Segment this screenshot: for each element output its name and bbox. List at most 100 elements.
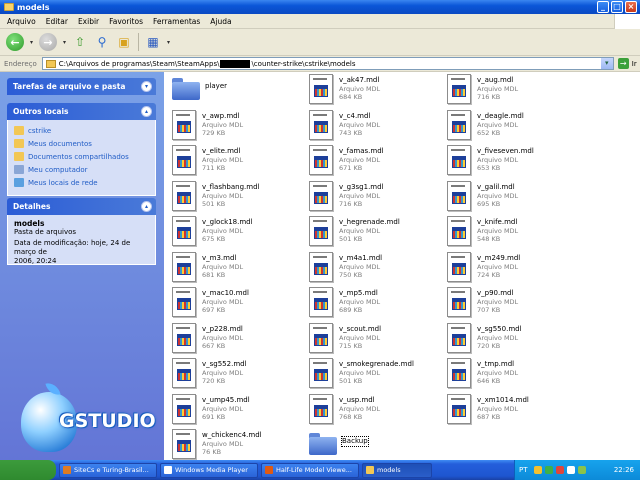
folders-button[interactable]: ▣ <box>116 34 132 50</box>
details-panel-header[interactable]: Detalhes ▴ <box>7 198 156 215</box>
file-name: v_galil.mdl <box>477 182 515 191</box>
file-item[interactable]: v_xm1014.mdl Arquivo MDL 687 KB <box>447 393 597 428</box>
file-name: v_sg552.mdl <box>202 360 247 368</box>
tray-icon-1[interactable] <box>533 466 542 474</box>
file-item[interactable]: v_famas.mdl Arquivo MDL 671 KB <box>309 145 459 179</box>
file-size: 768 KB <box>339 412 363 421</box>
address-label: Endereço <box>4 59 37 68</box>
file-item[interactable]: v_knife.mdl Arquivo MDL 548 KB <box>447 216 597 250</box>
menu-editar[interactable]: Editar <box>41 17 73 26</box>
file-meta: v_m3.mdl Arquivo MDL 681 KB <box>202 252 243 279</box>
file-meta: v_p90.mdl Arquivo MDL 707 KB <box>477 287 518 314</box>
file-item[interactable]: v_c4.mdl Arquivo MDL 743 KB <box>309 109 459 144</box>
file-item[interactable]: w_chickenc4.mdl Arquivo MDL 76 KB <box>172 429 322 463</box>
search-button[interactable]: ⚲ <box>94 34 110 50</box>
place-cstrike[interactable]: cstrike <box>14 124 149 137</box>
place-meus-locais-de-rede[interactable]: Meus locais de rede <box>14 176 149 189</box>
forward-button[interactable]: → <box>39 33 58 51</box>
address-bar: Endereço C:\Arquivos de programas\Steam\… <box>0 56 640 72</box>
menu-ferramentas[interactable]: Ferramentas <box>148 17 205 26</box>
place-meus-documentos[interactable]: Meus documentos <box>14 137 149 150</box>
address-dropdown-button[interactable]: ▾ <box>600 58 613 69</box>
address-input[interactable]: C:\Arquivos de programas\Steam\SteamApps… <box>41 57 614 70</box>
views-dropdown-icon[interactable]: ▾ <box>167 39 170 46</box>
file-item[interactable]: v_p90.mdl Arquivo MDL 707 KB <box>447 287 597 321</box>
chevron-up-icon[interactable]: ▴ <box>141 106 152 117</box>
file-name: v_ak47.mdl <box>339 76 380 84</box>
language-indicator[interactable]: PT <box>519 466 528 474</box>
menu-ajuda[interactable]: Ajuda <box>205 17 236 26</box>
place-meu-computador[interactable]: Meu computador <box>14 163 149 176</box>
file-meta: v_c4.mdl Arquivo MDL 743 KB <box>339 110 380 137</box>
tray-icon-3[interactable] <box>555 466 564 474</box>
chevron-up-icon[interactable]: ▴ <box>141 201 152 212</box>
file-item[interactable]: v_ump45.mdl Arquivo MDL 691 KB <box>172 393 322 428</box>
chevron-down-icon[interactable]: ▾ <box>141 81 152 92</box>
file-type: Arquivo MDL <box>477 85 519 93</box>
up-folder-button[interactable]: ⇧ <box>72 34 88 50</box>
shared-documents-icon <box>14 152 24 161</box>
file-item[interactable]: v_deagle.mdl Arquivo MDL 652 KB <box>447 109 597 144</box>
file-item[interactable]: v_awp.mdl Arquivo MDL 729 KB <box>172 109 322 144</box>
file-type: Arquivo MDL <box>202 191 244 200</box>
task-sitecs[interactable]: SiteCs e Turing-Brasil... <box>59 462 157 478</box>
places-panel-title: Outros locais <box>13 107 69 116</box>
close-button[interactable]: × <box>625 1 637 13</box>
views-button[interactable]: ▦ <box>145 34 161 50</box>
file-item[interactable]: v_m249.mdl Arquivo MDL 724 KB <box>447 251 597 286</box>
file-meta: v_m249.mdl Arquivo MDL 724 KB <box>477 252 520 279</box>
file-item[interactable]: v_m3.mdl Arquivo MDL 681 KB <box>172 251 322 286</box>
back-button[interactable]: ← <box>6 33 24 51</box>
tray-icon-5[interactable] <box>577 466 586 474</box>
title-bar[interactable]: models _ □ × <box>0 0 640 14</box>
folder-icon <box>309 433 337 455</box>
file-item[interactable]: v_elite.mdl Arquivo MDL 711 KB <box>172 145 322 179</box>
clock: 22:26 <box>613 466 634 474</box>
file-item[interactable]: v_glock18.mdl Arquivo MDL 675 KB <box>172 216 322 250</box>
file-item[interactable]: v_scout.mdl Arquivo MDL 715 KB <box>309 322 459 357</box>
file-item[interactable]: v_g3sg1.mdl Arquivo MDL 716 KB <box>309 180 459 215</box>
folder-item[interactable]: player <box>172 74 322 108</box>
file-item[interactable]: v_ak47.mdl Arquivo MDL 684 KB <box>309 74 459 108</box>
task-models[interactable]: models <box>362 462 432 478</box>
application-window-icon <box>314 298 328 310</box>
maximize-button[interactable]: □ <box>611 1 623 13</box>
places-panel-header[interactable]: Outros locais ▴ <box>7 103 156 120</box>
application-window-icon <box>177 440 191 452</box>
file-item[interactable]: v_p228.mdl Arquivo MDL 667 KB <box>172 322 322 357</box>
tasks-panel-title: Tarefas de arquivo e pasta <box>13 82 126 91</box>
tray-icon-2[interactable] <box>544 466 553 474</box>
file-item[interactable]: v_m4a1.mdl Arquivo MDL 750 KB <box>309 251 459 286</box>
start-button[interactable] <box>0 460 56 480</box>
file-item[interactable]: v_tmp.mdl Arquivo MDL 646 KB <box>447 358 597 392</box>
file-item[interactable]: v_mac10.mdl Arquivo MDL 697 KB <box>172 287 322 321</box>
file-item[interactable]: v_usp.mdl Arquivo MDL 768 KB <box>309 393 459 428</box>
back-dropdown-icon[interactable]: ▾ <box>30 39 33 46</box>
file-item[interactable]: v_aug.mdl Arquivo MDL 716 KB <box>447 74 597 108</box>
file-item[interactable]: v_mp5.mdl Arquivo MDL 689 KB <box>309 287 459 321</box>
file-item[interactable]: v_fiveseven.mdl Arquivo MDL 653 KB <box>447 145 597 179</box>
file-item[interactable]: v_smokegrenade.mdl Arquivo MDL 501 KB <box>309 358 459 392</box>
forward-dropdown-icon[interactable]: ▾ <box>63 39 66 46</box>
minimize-button[interactable]: _ <box>597 1 609 13</box>
file-item[interactable]: v_galil.mdl Arquivo MDL 695 KB <box>447 180 597 215</box>
menu-arquivo[interactable]: Arquivo <box>2 17 41 26</box>
file-item[interactable]: v_sg550.mdl Arquivo MDL 720 KB <box>447 322 597 357</box>
file-meta: v_scout.mdl Arquivo MDL 715 KB <box>339 323 381 350</box>
tasks-panel-header[interactable]: Tarefas de arquivo e pasta ▾ <box>7 78 156 95</box>
file-item[interactable]: v_hegrenade.mdl Arquivo MDL 501 KB <box>309 216 459 250</box>
place-documentos-compartilhados[interactable]: Documentos compartilhados <box>14 150 149 163</box>
menu-favoritos[interactable]: Favoritos <box>104 17 148 26</box>
menu-exibir[interactable]: Exibir <box>73 17 104 26</box>
go-button[interactable]: → Ir <box>617 58 637 69</box>
file-meta: v_sg550.mdl Arquivo MDL 720 KB <box>477 323 522 350</box>
file-item[interactable]: v_sg552.mdl Arquivo MDL 720 KB <box>172 358 322 392</box>
task-half-life-model-viewer[interactable]: Half-Life Model Viewe... <box>261 462 359 478</box>
task-windows-media-player[interactable]: Windows Media Player <box>160 462 258 478</box>
application-window-icon <box>452 262 466 275</box>
folder-item[interactable]: Backup <box>309 429 459 463</box>
file-item[interactable]: v_flashbang.mdl Arquivo MDL 501 KB <box>172 180 322 215</box>
application-window-icon <box>314 191 328 204</box>
tray-icon-4[interactable] <box>566 466 575 474</box>
file-size: 76 KB <box>202 448 222 456</box>
